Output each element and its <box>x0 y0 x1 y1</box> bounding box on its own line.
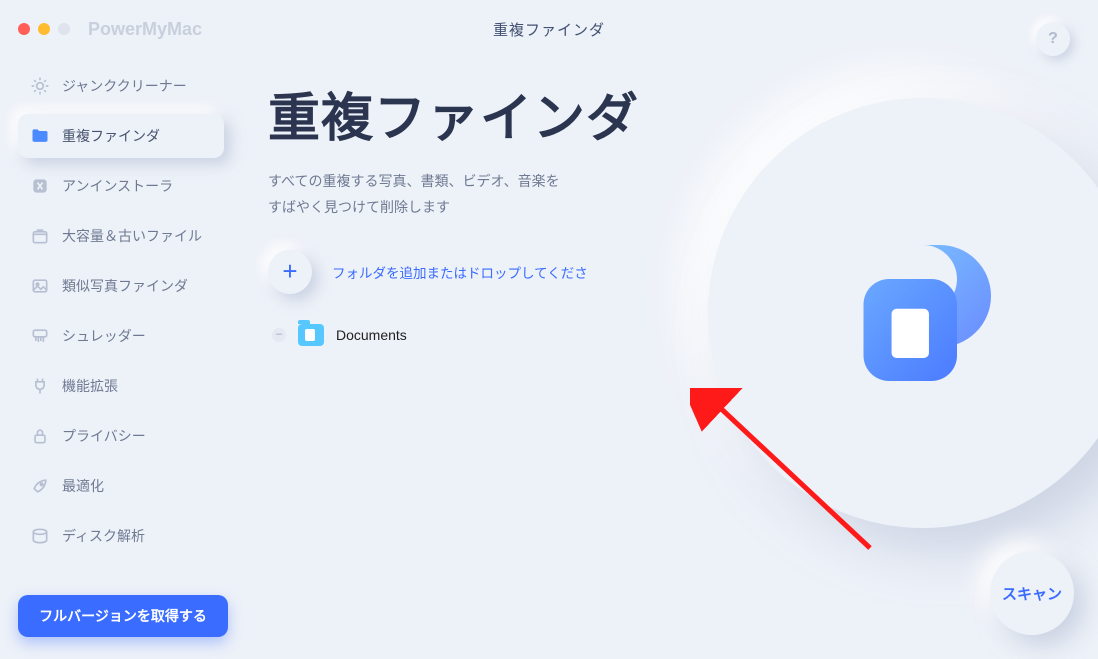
folder-icon <box>298 324 324 346</box>
sidebar-item-optimize[interactable]: 最適化 <box>18 464 224 508</box>
sidebar-item-duplicate[interactable]: 重複ファインダ <box>18 114 224 158</box>
hero-illustration-circle <box>708 98 1098 528</box>
image-icon <box>30 276 50 296</box>
app-window: PowerMyMac 重複ファインダ ? ジャンククリーナー 重複ファインダ <box>0 0 1098 659</box>
disk-icon <box>30 526 50 546</box>
sidebar-item-label: アンインストーラ <box>62 176 173 196</box>
sparkle-icon <box>30 76 50 96</box>
sidebar: ジャンククリーナー 重複ファインダ アンインストーラ 大容量＆古いファイル <box>0 58 238 659</box>
upgrade-button[interactable]: フルバージョンを取得する <box>18 595 228 637</box>
sidebar-item-label: 機能拡張 <box>62 376 118 396</box>
scan-label: スキャン <box>1002 583 1062 604</box>
sidebar-item-shredder[interactable]: シュレッダー <box>18 314 224 358</box>
lock-icon <box>30 426 50 446</box>
sidebar-item-uninstall[interactable]: アンインストーラ <box>18 164 224 208</box>
plus-icon: + <box>282 256 297 287</box>
titlebar: PowerMyMac 重複ファインダ ? <box>0 0 1098 58</box>
upgrade-label: フルバージョンを取得する <box>39 606 207 626</box>
remove-folder-button[interactable]: – <box>272 328 286 342</box>
sidebar-item-label: ディスク解析 <box>62 526 145 546</box>
sidebar-item-label: プライバシー <box>62 426 146 446</box>
sidebar-item-extensions[interactable]: 機能拡張 <box>18 364 224 408</box>
hero-title: 重複ファインダ <box>268 88 648 151</box>
rocket-icon <box>30 476 50 496</box>
help-button[interactable]: ? <box>1036 22 1070 56</box>
duplicate-finder-logo-icon <box>838 228 1008 398</box>
close-window-button[interactable] <box>18 23 30 35</box>
sidebar-item-label: 重複ファインダ <box>62 126 160 146</box>
box-icon <box>30 226 50 246</box>
sidebar-item-label: 最適化 <box>62 476 104 496</box>
plug-icon <box>30 376 50 396</box>
shredder-icon <box>30 326 50 346</box>
folder-name: Documents <box>336 327 407 343</box>
page-title: 重複ファインダ <box>493 19 605 40</box>
sidebar-item-label: ジャンククリーナー <box>62 76 187 96</box>
main-content: 重複ファインダ すべての重複する写真、書類、ビデオ、音楽を すばやく見つけて削除… <box>238 58 1098 659</box>
help-icon: ? <box>1048 30 1058 48</box>
app-icon <box>30 176 50 196</box>
sidebar-item-label: シュレッダー <box>62 326 146 346</box>
scan-button[interactable]: スキャン <box>990 551 1074 635</box>
sidebar-item-label: 類似写真ファインダ <box>62 276 188 296</box>
sidebar-item-junk[interactable]: ジャンククリーナー <box>18 64 224 108</box>
add-folder-label: フォルダを追加またはドロップしてくださ <box>332 262 588 282</box>
add-folder-button[interactable]: + <box>268 250 312 294</box>
sidebar-item-disk[interactable]: ディスク解析 <box>18 514 224 558</box>
sidebar-item-large-old[interactable]: 大容量＆古いファイル <box>18 214 224 258</box>
app-name: PowerMyMac <box>88 19 202 40</box>
folder-icon <box>30 126 50 146</box>
sidebar-item-similar[interactable]: 類似写真ファインダ <box>18 264 224 308</box>
zoom-window-button[interactable] <box>58 23 70 35</box>
window-controls <box>18 23 70 35</box>
minus-icon: – <box>276 329 282 340</box>
hero-subtitle: すべての重複する写真、書類、ビデオ、音楽を すばやく見つけて削除します <box>268 169 598 219</box>
sidebar-item-label: 大容量＆古いファイル <box>62 226 202 246</box>
minimize-window-button[interactable] <box>38 23 50 35</box>
sidebar-item-privacy[interactable]: プライバシー <box>18 414 224 458</box>
